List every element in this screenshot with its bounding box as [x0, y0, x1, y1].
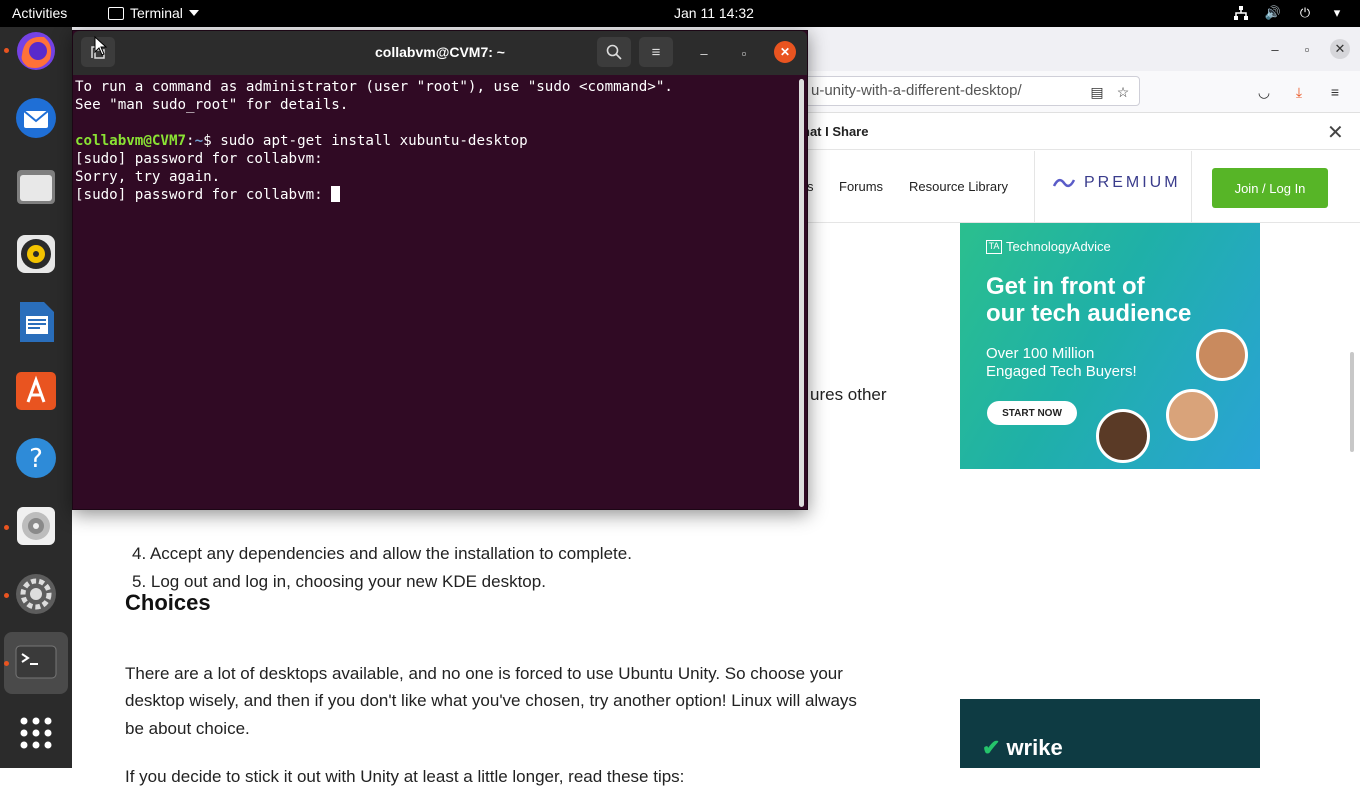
ad-headline-line: Get in front of	[986, 273, 1145, 300]
clock[interactable]: Jan 11 14:32	[674, 5, 754, 21]
browser-minimize-button[interactable]: –	[1265, 39, 1285, 59]
terminal-scrollbar[interactable]	[799, 79, 804, 507]
running-indicator	[4, 661, 9, 666]
ad-headline-line: our tech audience	[986, 300, 1192, 327]
browser-maximize-button[interactable]: ▫	[1297, 39, 1317, 59]
terminal-line: To run a command as administrator (user …	[75, 79, 673, 95]
wrike-ad[interactable]: ✔ wrike	[960, 699, 1260, 768]
mouse-pointer-icon	[94, 36, 108, 56]
prompt-path: ~	[194, 133, 204, 149]
chevron-down-icon	[188, 10, 199, 16]
terminal-line: Sorry, try again.	[75, 169, 221, 185]
notification-text: hat I Share	[802, 124, 869, 139]
help-icon[interactable]: ?	[12, 434, 60, 482]
hamburger-menu-icon: ≡	[651, 43, 661, 61]
dock: ?	[0, 27, 72, 768]
firefox-icon[interactable]	[12, 27, 60, 75]
ad-brand-label: TechnologyAdvice	[1006, 239, 1111, 254]
rhythmbox-icon[interactable]	[12, 230, 60, 278]
download-icon[interactable]: ⤓	[1290, 83, 1308, 101]
list-item: 4. Accept any dependencies and allow the…	[132, 544, 632, 563]
libreoffice-writer-icon[interactable]	[12, 298, 60, 346]
ad-subtext-line: Over 100 Million	[986, 345, 1095, 362]
ta-logo-icon: TA	[986, 239, 1002, 254]
nav-divider	[1034, 151, 1035, 223]
paragraph-line: There are a lot of desktops available, a…	[125, 664, 843, 683]
system-tray[interactable]: 🔊 ⏻ ▾	[1232, 4, 1346, 22]
settings-gear-icon[interactable]	[12, 570, 60, 618]
disks-icon[interactable]	[12, 502, 60, 550]
premium-label: PREMIUM	[1084, 174, 1181, 191]
terminal-headerbar[interactable]: collabvm@CVM7: ~ ≡ – ▫ ✕	[73, 31, 807, 75]
ad-headline: Get in front of our tech audience	[986, 273, 1191, 327]
section-heading: Choices	[125, 590, 211, 615]
text-cursor	[331, 186, 341, 202]
terminal-line: [sudo] password for collabvm:	[75, 151, 323, 167]
wrike-check-icon: ✔	[982, 735, 1001, 760]
nav-divider	[1191, 151, 1192, 223]
maximize-button[interactable]: ▫	[732, 41, 756, 65]
notification-close-icon[interactable]: ✕	[1327, 120, 1344, 145]
ad-person-avatar	[1196, 329, 1248, 381]
url-text: u-unity-with-a-different-desktop/	[811, 82, 1022, 99]
search-button[interactable]	[597, 37, 631, 67]
ubuntu-software-icon[interactable]	[12, 366, 60, 414]
show-applications-icon[interactable]	[12, 709, 60, 757]
wrike-brand: wrike	[1006, 735, 1063, 760]
hamburger-menu-button[interactable]: ≡	[639, 37, 673, 67]
terminal-icon	[108, 6, 124, 20]
power-icon[interactable]: ⏻	[1296, 4, 1314, 22]
terminal-line: [sudo] password for collabvm:	[75, 186, 795, 204]
browser-close-button[interactable]: ✕	[1330, 39, 1350, 59]
paragraph-line: be about choice.	[125, 719, 250, 738]
wrike-logo: ✔ wrike	[982, 735, 1063, 761]
minimize-button[interactable]: –	[692, 41, 716, 65]
app-menu[interactable]: Terminal	[108, 5, 199, 21]
terminal-app-icon[interactable]	[12, 638, 60, 686]
bookmark-star-icon[interactable]: ☆	[1114, 83, 1132, 101]
chevron-down-icon[interactable]: ▾	[1328, 4, 1346, 22]
nav-link-resource-library[interactable]: Resource Library	[909, 179, 1008, 194]
hamburger-menu-icon[interactable]: ≡	[1326, 83, 1344, 101]
terminal-line: See "man sudo_root" for details.	[75, 97, 349, 113]
top-bar: Activities Terminal Jan 11 14:32 🔊 ⏻ ▾	[0, 0, 1360, 27]
terminal-output[interactable]: To run a command as administrator (user …	[75, 78, 795, 508]
thunderbird-icon[interactable]	[12, 94, 60, 142]
premium-logo-icon	[1052, 178, 1076, 188]
paragraph-line: desktop wisely, and then if you don't li…	[125, 691, 857, 710]
ad-person-avatar	[1166, 389, 1218, 441]
volume-icon[interactable]: 🔊	[1264, 4, 1282, 22]
running-indicator	[4, 48, 9, 53]
running-indicator	[4, 593, 9, 598]
terminal-window[interactable]: collabvm@CVM7: ~ ≡ – ▫ ✕ To run a comman…	[72, 30, 808, 510]
nav-link-forums[interactable]: Forums	[839, 179, 883, 194]
join-login-button[interactable]: Join / Log In	[1212, 168, 1328, 208]
network-icon[interactable]	[1232, 4, 1250, 22]
ad-brand: TA TechnologyAdvice	[986, 239, 1111, 254]
running-indicator	[4, 525, 9, 530]
paragraph-line: If you decide to stick it out with Unity…	[125, 767, 685, 786]
ad-cta-button[interactable]: START NOW	[987, 401, 1077, 425]
prompt-command: $ sudo apt-get install xubuntu-desktop	[203, 133, 528, 149]
terminal-line-text: [sudo] password for collabvm:	[75, 187, 332, 203]
technologyadvice-ad[interactable]: TA TechnologyAdvice Get in front of our …	[960, 223, 1260, 469]
ad-subtext-line: Engaged Tech Buyers!	[986, 363, 1137, 380]
reader-view-icon[interactable]: ▤	[1088, 83, 1106, 101]
prompt-user: collabvm@CVM7	[75, 133, 187, 149]
terminal-prompt-line: collabvm@CVM7:~$ sudo apt-get install xu…	[75, 132, 795, 150]
ad-person-avatar	[1096, 409, 1150, 463]
page-scrollbar[interactable]	[1350, 352, 1354, 452]
activities-button[interactable]: Activities	[12, 5, 67, 21]
svg-text:?: ?	[29, 444, 43, 474]
ad-subtext: Over 100 Million Engaged Tech Buyers!	[986, 345, 1137, 381]
app-menu-label: Terminal	[130, 5, 183, 21]
search-icon	[606, 44, 622, 60]
premium-link[interactable]: PREMIUM	[1052, 174, 1181, 192]
close-button[interactable]: ✕	[774, 41, 796, 63]
files-icon[interactable]	[12, 162, 60, 210]
prompt-separator: :	[186, 133, 195, 149]
pocket-icon[interactable]: ◡	[1255, 83, 1273, 101]
article-fragment: ures other	[810, 385, 887, 404]
